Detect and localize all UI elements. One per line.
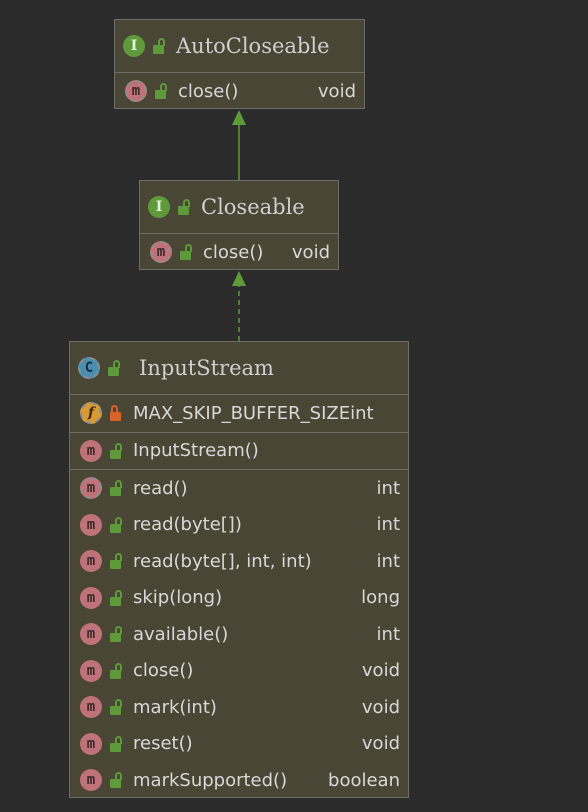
- method-icon: m: [80, 732, 102, 755]
- method-name: markSupported(): [133, 769, 288, 791]
- private-lock-icon: [109, 405, 123, 422]
- field-type: int: [350, 402, 374, 424]
- interface-icon: I: [148, 196, 170, 218]
- public-lock-icon: [109, 735, 123, 752]
- method-name: read(byte[], int, int): [133, 550, 312, 572]
- constructor-row[interactable]: m InputStream(): [70, 433, 408, 470]
- closeable-header: I Closeable: [140, 181, 338, 233]
- method-row[interactable]: m markSupported() boolean: [70, 762, 408, 799]
- method-icon: m: [80, 586, 102, 609]
- method-icon: m: [80, 696, 102, 719]
- method-icon: m: [80, 513, 102, 536]
- interface-icon: I: [123, 35, 145, 57]
- method-name: close(): [178, 80, 239, 102]
- autocloseable-box[interactable]: I AutoCloseable m close() void: [114, 19, 365, 109]
- implements-arrowhead: [232, 271, 246, 286]
- method-name: close(): [203, 241, 264, 263]
- method-row[interactable]: m mark(int) void: [70, 689, 408, 726]
- inputstream-title: InputStream: [139, 356, 274, 380]
- method-name: reset(): [133, 733, 193, 755]
- method-icon: m: [80, 439, 102, 462]
- abstract-method-icon: m: [150, 241, 172, 264]
- method-list: m read() int m read(byte[]) int m read(b…: [70, 470, 408, 799]
- method-type: int: [376, 550, 400, 572]
- method-name: available(): [133, 623, 229, 645]
- abstract-method-icon: m: [80, 477, 102, 500]
- extends-arrowhead: [232, 110, 246, 125]
- public-lock-icon: [154, 83, 168, 100]
- public-lock-icon: [109, 662, 123, 679]
- abstract-method-icon: m: [125, 80, 147, 103]
- method-type: boolean: [328, 769, 400, 791]
- method-icon: m: [80, 769, 102, 792]
- method-row[interactable]: m close() void: [70, 653, 408, 690]
- method-type: int: [376, 477, 400, 499]
- public-lock-icon: [109, 480, 123, 497]
- method-icon: m: [80, 659, 102, 682]
- autocloseable-title: AutoCloseable: [176, 34, 330, 58]
- method-type: void: [291, 241, 330, 263]
- public-lock-icon: [107, 360, 121, 376]
- inputstream-header: C InputStream: [70, 342, 408, 394]
- method-type: void: [361, 660, 400, 682]
- public-lock-icon: [109, 772, 123, 789]
- method-type: int: [376, 623, 400, 645]
- public-lock-icon: [109, 516, 123, 533]
- method-row[interactable]: m skip(long) long: [70, 580, 408, 617]
- field-icon: f: [80, 402, 102, 425]
- public-lock-icon: [109, 589, 123, 606]
- field-name: MAX_SKIP_BUFFER_SIZE: [133, 402, 351, 424]
- autocloseable-header: I AutoCloseable: [115, 20, 364, 72]
- public-lock-icon: [177, 199, 191, 215]
- closeable-title: Closeable: [201, 195, 305, 219]
- method-name: skip(long): [133, 587, 223, 609]
- method-row[interactable]: m close() void: [140, 234, 338, 271]
- method-type: int: [376, 514, 400, 536]
- method-row[interactable]: m available() int: [70, 616, 408, 653]
- method-name: read(): [133, 477, 188, 499]
- field-row[interactable]: f MAX_SKIP_BUFFER_SIZE int: [70, 395, 408, 432]
- class-icon: C: [78, 357, 100, 379]
- public-lock-icon: [109, 626, 123, 643]
- method-type: void: [361, 696, 400, 718]
- method-row[interactable]: m read() int: [70, 470, 408, 507]
- public-lock-icon: [109, 699, 123, 716]
- public-lock-icon: [152, 38, 166, 54]
- method-icon: m: [80, 623, 102, 646]
- method-name: close(): [133, 660, 194, 682]
- method-type: long: [361, 587, 400, 609]
- public-lock-icon: [109, 553, 123, 570]
- method-name: mark(int): [133, 696, 217, 718]
- method-row[interactable]: m reset() void: [70, 726, 408, 763]
- method-row[interactable]: m read(byte[]) int: [70, 507, 408, 544]
- closeable-box[interactable]: I Closeable m close() void: [139, 180, 339, 270]
- method-row[interactable]: m read(byte[], int, int) int: [70, 543, 408, 580]
- method-icon: m: [80, 550, 102, 573]
- constructor-name: InputStream(): [133, 440, 259, 462]
- inputstream-box[interactable]: C InputStream f MAX_SKIP_BUFFER_SIZE int…: [69, 341, 409, 798]
- method-type: void: [317, 80, 356, 102]
- public-lock-icon: [179, 244, 193, 261]
- public-lock-icon: [109, 442, 123, 459]
- method-type: void: [361, 733, 400, 755]
- method-name: read(byte[]): [133, 514, 242, 536]
- method-row[interactable]: m close() void: [115, 73, 364, 110]
